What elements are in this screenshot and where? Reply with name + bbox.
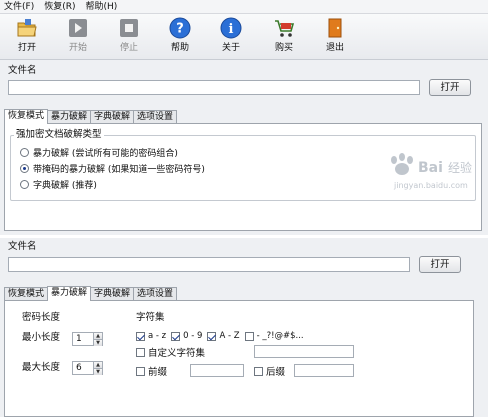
tab-dictionary-2[interactable]: 字典破解 <box>90 287 135 301</box>
radio-dictionary[interactable]: 字典破解 (推荐) <box>20 176 205 192</box>
charset-title: 字符集 <box>136 312 165 323</box>
baidu-watermark-logo: Bai 经验 jingyan.baidu.com <box>391 153 472 190</box>
toolbar: 打开 开始 停止 ? 帮助 i 关于 购买 退出 <box>0 14 488 60</box>
crack-type-group-title: 强加密文档破解类型 <box>14 129 104 140</box>
charset-lowercase[interactable]: a - z <box>136 330 166 342</box>
radio-circle[interactable] <box>20 147 29 157</box>
tab-dictionary[interactable]: 字典破解 <box>90 110 135 124</box>
checkbox[interactable] <box>136 347 145 357</box>
radio-mask-brute-force[interactable]: 带掩码的暴力破解 (如果知道一些密码符号) <box>20 160 205 176</box>
filename-input[interactable] <box>8 80 420 95</box>
menu-bar: 文件(F) 恢复(R) 帮助(H) <box>0 0 488 14</box>
stop-icon <box>120 19 138 37</box>
menu-help[interactable]: 帮助(H) <box>81 0 123 14</box>
open-file-button-2[interactable]: 打开 <box>419 256 461 273</box>
open-file-button[interactable]: 打开 <box>429 79 471 96</box>
min-length-spinner[interactable]: 1 ▲ ▼ <box>72 332 103 346</box>
radio-circle-selected[interactable] <box>20 163 29 173</box>
exit-toolbar-button[interactable]: 退出 <box>315 17 355 59</box>
tab-recover-mode[interactable]: 恢复模式 <box>4 109 49 124</box>
svg-text:Bai: Bai <box>418 160 443 176</box>
checkbox-checked[interactable] <box>136 331 145 341</box>
spin-down-icon[interactable]: ▼ <box>94 339 102 346</box>
tab-strip-2: 恢复模式 暴力破解 字典破解 选项设置 <box>4 286 178 301</box>
about-toolbar-button[interactable]: i 关于 <box>211 17 251 59</box>
suffix-checkbox[interactable]: 后缀 <box>254 365 285 378</box>
svg-text:经验: 经验 <box>448 160 472 175</box>
suffix-input[interactable] <box>294 364 354 377</box>
help-toolbar-button[interactable]: ? 帮助 <box>160 17 200 59</box>
open-toolbar-button[interactable]: 打开 <box>7 17 47 59</box>
charset-uppercase[interactable]: A - Z <box>207 330 240 342</box>
tab-options-2[interactable]: 选项设置 <box>133 287 178 301</box>
min-length-label: 最小长度 <box>22 332 61 343</box>
brute-force-panel <box>4 300 474 417</box>
stop-toolbar-button[interactable]: 停止 <box>109 17 149 59</box>
radio-circle[interactable] <box>20 179 29 189</box>
svg-text:i: i <box>229 22 234 37</box>
custom-charset-checkbox[interactable]: 自定义字符集 <box>136 346 205 359</box>
svg-text:?: ? <box>176 22 184 37</box>
buy-toolbar-button[interactable]: 购买 <box>264 17 304 59</box>
max-length-label: 最大长度 <box>22 362 61 373</box>
open-folder-icon <box>17 19 37 37</box>
crack-type-options: 暴力破解 (尝试所有可能的密码组合) 带掩码的暴力破解 (如果知道一些密码符号)… <box>20 144 205 192</box>
checkbox[interactable] <box>136 366 145 376</box>
menu-file[interactable]: 文件(F) <box>0 0 40 14</box>
help-icon: ? <box>169 17 191 39</box>
charset-digits[interactable]: 0 - 9 <box>171 330 202 342</box>
tab-brute-force[interactable]: 暴力破解 <box>47 110 92 124</box>
checkbox-checked[interactable] <box>171 331 181 341</box>
filename-input-2[interactable] <box>8 257 410 272</box>
start-toolbar-button[interactable]: 开始 <box>58 17 98 59</box>
min-length-value[interactable]: 1 <box>72 332 94 346</box>
custom-charset-input[interactable] <box>254 345 354 358</box>
info-icon: i <box>220 17 242 39</box>
prefix-checkbox[interactable]: 前缀 <box>136 365 167 378</box>
charset-symbols[interactable]: - _?!@#$... <box>244 330 304 342</box>
filename-label: 文件名 <box>8 65 37 76</box>
radio-brute-force[interactable]: 暴力破解 (尝试所有可能的密码组合) <box>20 144 205 160</box>
charset-options: a - z 0 - 9 A - Z - _?!@#$... <box>136 330 304 342</box>
password-length-title: 密码长度 <box>22 312 61 323</box>
tab-brute-force-2[interactable]: 暴力破解 <box>47 286 92 301</box>
filename-label-2: 文件名 <box>8 241 37 252</box>
tab-options[interactable]: 选项设置 <box>133 110 178 124</box>
tab-strip: 恢复模式 暴力破解 字典破解 选项设置 <box>4 109 178 124</box>
max-length-spinner[interactable]: 6 ▲ ▼ <box>72 361 103 375</box>
prefix-input[interactable] <box>190 364 244 377</box>
cart-icon <box>275 20 295 37</box>
checkbox[interactable] <box>254 366 263 376</box>
max-length-value[interactable]: 6 <box>72 361 94 375</box>
tab-recover-mode-2[interactable]: 恢复模式 <box>4 287 49 301</box>
play-icon <box>69 19 87 37</box>
checkbox[interactable] <box>244 331 254 341</box>
spin-down-icon[interactable]: ▼ <box>94 368 102 375</box>
svg-text:jingyan.baidu.com: jingyan.baidu.com <box>393 181 468 190</box>
menu-recover[interactable]: 恢复(R) <box>40 0 81 14</box>
screenshot-divider <box>0 235 488 238</box>
exit-door-icon <box>328 18 342 38</box>
checkbox-checked[interactable] <box>207 331 217 341</box>
